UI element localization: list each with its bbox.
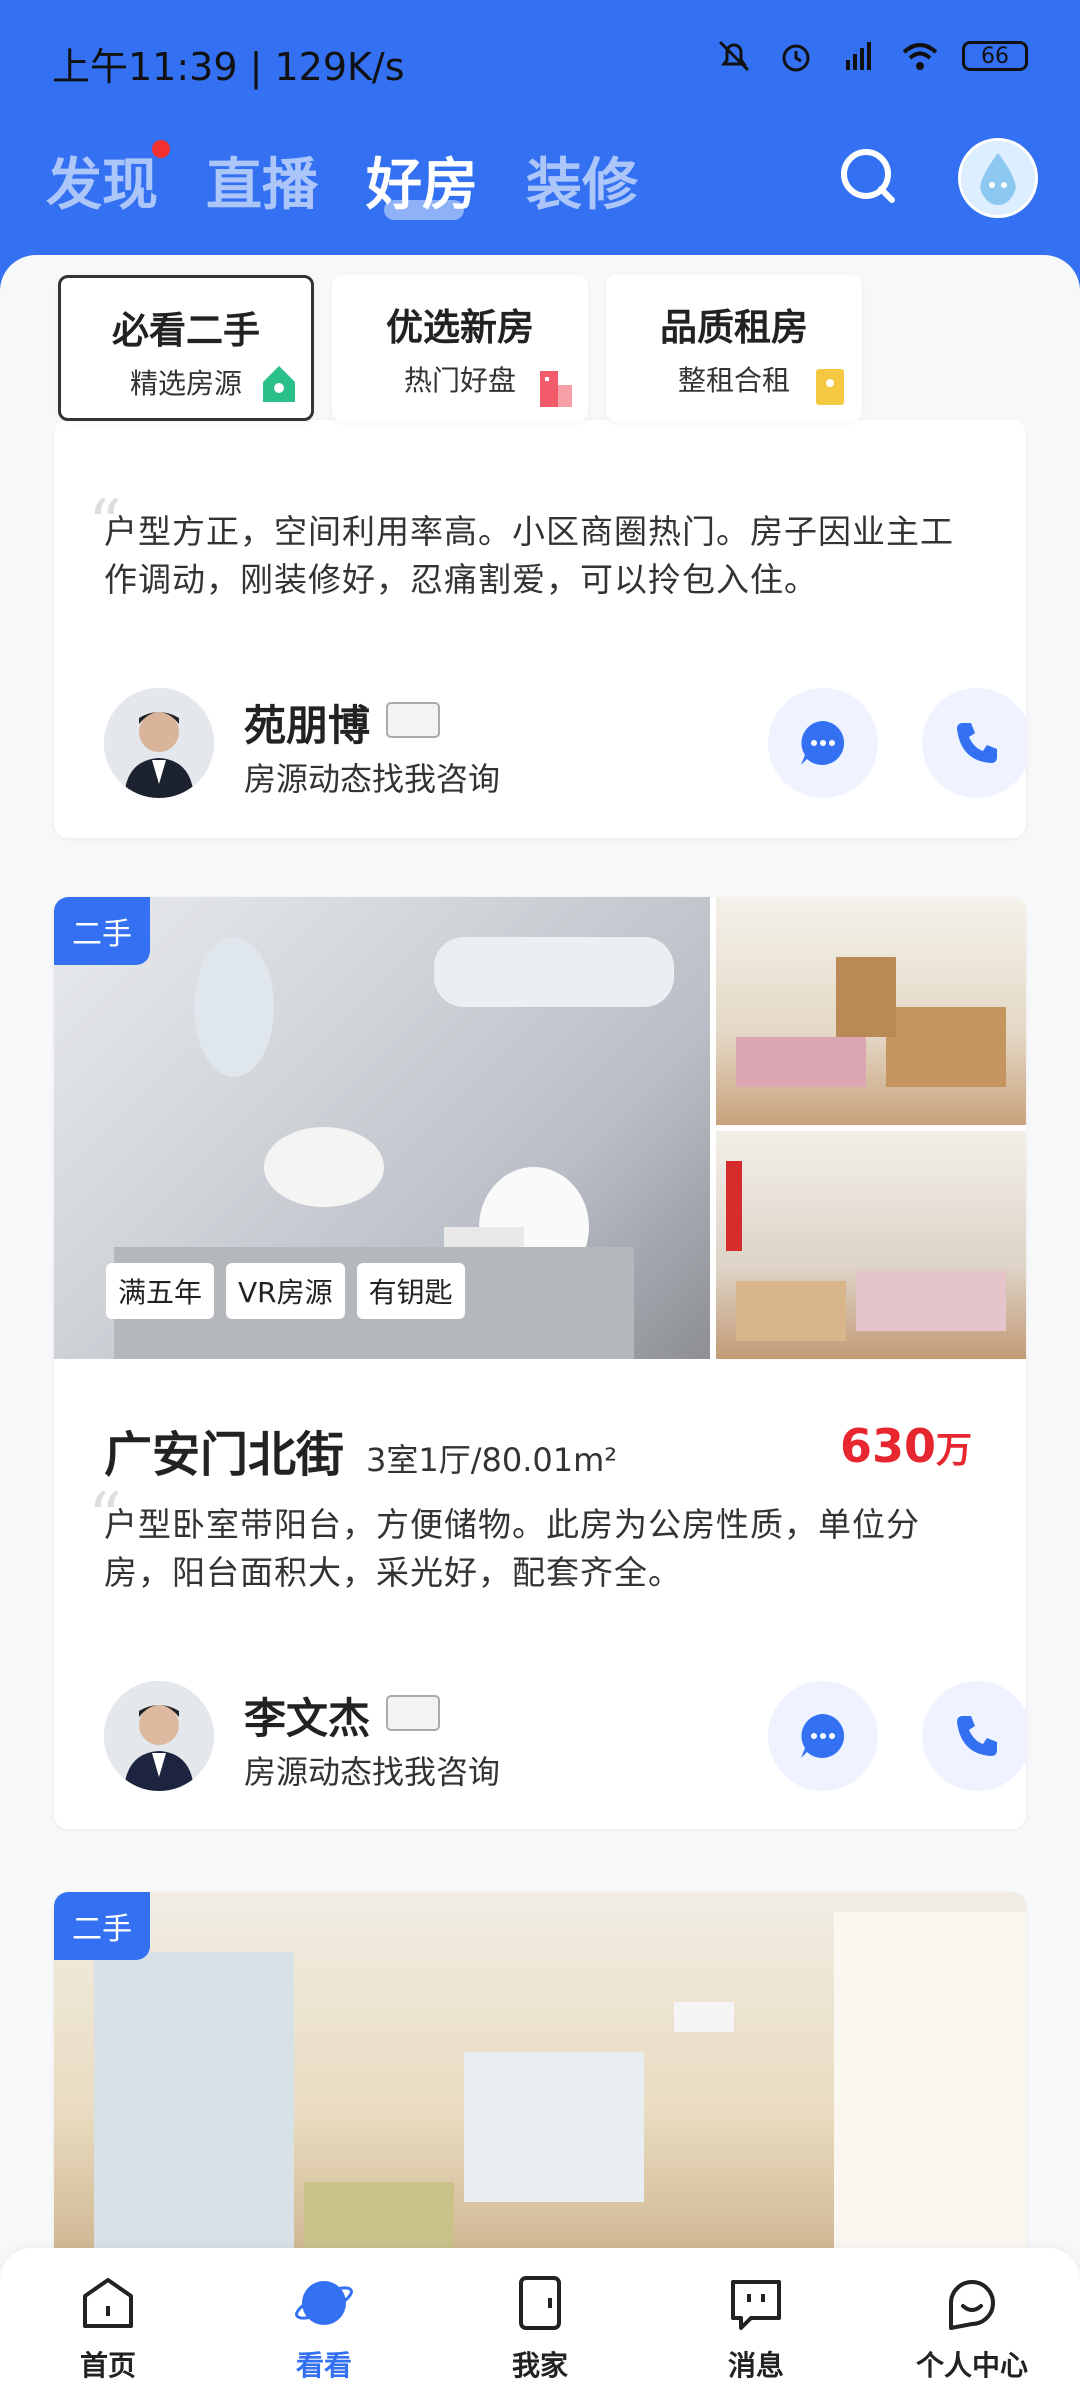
home-icon: [83, 2278, 133, 2328]
notification-dot: [152, 140, 170, 158]
tab-discover[interactable]: 发现: [46, 140, 170, 221]
feature-tag: VR房源: [226, 1263, 345, 1319]
nav-messages[interactable]: 消息: [648, 2248, 864, 2400]
agent-row: 苑朋博 房源动态找我咨询: [104, 688, 1026, 798]
listing-title-row: 广安门北街 3室1厅/80.01m²: [104, 1415, 617, 1485]
active-tab-indicator: [384, 200, 464, 220]
agent-avatar[interactable]: [104, 688, 214, 798]
listing-price: 630万: [839, 1419, 972, 1473]
id-card-icon[interactable]: [386, 1695, 440, 1731]
tab-decoration[interactable]: 装修: [526, 140, 638, 221]
smile-icon: [949, 2280, 995, 2330]
agent-subtitle: 房源动态找我咨询: [244, 1753, 501, 1791]
message-icon: [731, 2280, 781, 2330]
chat-button[interactable]: [768, 688, 878, 798]
listing-card[interactable]: 二手 满五年 VR房源 有钥匙 广安门北街 3室1厅/80.01m² 630万 …: [54, 897, 1026, 1829]
agent-photo: [104, 1681, 214, 1791]
search-icon[interactable]: [836, 144, 900, 208]
agent-name: 李文杰: [244, 1694, 371, 1743]
status-time: 上午11:39 | 129K/s: [52, 45, 405, 89]
nav-profile[interactable]: 个人中心: [864, 2248, 1080, 2400]
chat-bubble-icon: [801, 1714, 845, 1758]
tab-live[interactable]: 直播: [206, 140, 318, 221]
status-icons: 66: [714, 36, 1028, 76]
phone-icon: [957, 723, 997, 763]
status-bar: 上午11:39 | 129K/s 66: [0, 0, 1080, 120]
listing-type-badge: 二手: [54, 1892, 150, 1960]
chat-button[interactable]: [768, 1681, 878, 1791]
mute-bell-icon: [718, 40, 750, 72]
bedroom-photo: [726, 1161, 1006, 1341]
id-card-icon[interactable]: [386, 702, 440, 738]
listing-description: 户型卧室带阳台，方便储物。此房为公房性质，单位分房，阳台面积大，采光好，配套齐全…: [104, 1505, 920, 1592]
call-button[interactable]: [922, 1681, 1026, 1791]
listing-title: 广安门北街: [104, 1427, 345, 1483]
bottom-nav: 首页 看看 我家 消息 个人中心: [0, 2248, 1080, 2400]
nav-home[interactable]: 首页: [0, 2248, 216, 2400]
feature-tags: 满五年 VR房源 有钥匙: [106, 1263, 465, 1319]
planet-icon: [295, 2281, 353, 2325]
listing-photo-main[interactable]: [54, 1892, 1026, 2292]
house-icon: [263, 366, 295, 402]
chat-bubble-icon: [801, 721, 845, 765]
user-avatar[interactable]: [958, 138, 1038, 218]
wifi-icon: [902, 43, 938, 70]
door-icon: [519, 2276, 561, 2330]
nav-look[interactable]: 看看: [216, 2248, 432, 2400]
listing-card[interactable]: “ 户型方正，空间利用率高。小区商圈热门。房子因业主工作调动，刚装修好，忍痛割爱…: [54, 420, 1026, 838]
key-doc-icon: [816, 369, 844, 405]
bedroom-photo: [736, 957, 1006, 1087]
agent-avatar[interactable]: [104, 1681, 214, 1791]
listing-photo-bedroom[interactable]: [716, 897, 1026, 1125]
living-room-photo: [94, 1912, 1026, 2292]
top-tab-bar: 发现 直播 好房 装修: [46, 140, 638, 221]
nav-my-home[interactable]: 我家: [432, 2248, 648, 2400]
signal-icon: [846, 42, 871, 70]
listing-type-badge: 二手: [54, 897, 150, 965]
phone-icon: [957, 1716, 997, 1756]
water-drop-icon: [980, 153, 1016, 205]
battery-icon: 66: [962, 41, 1028, 71]
listing-photo-bedroom-2[interactable]: [716, 1131, 1026, 1359]
listing-description: 户型方正，空间利用率高。小区商圈热门。房子因业主工作调动，刚装修好，忍痛割爱，可…: [104, 512, 954, 599]
category-row: 必看二手 精选房源 优选新房 热门好盘 品质租房 整租合租: [58, 275, 862, 421]
feature-tag: 满五年: [106, 1263, 215, 1319]
agent-name: 苑朋博: [244, 701, 371, 750]
listing-card[interactable]: 二手: [54, 1892, 1026, 2292]
alarm-icon: [782, 44, 810, 72]
agent-subtitle: 房源动态找我咨询: [244, 760, 501, 798]
agent-photo: [104, 688, 214, 798]
feature-tag: 有钥匙: [356, 1263, 465, 1319]
building-icon: [540, 371, 572, 407]
category-second-hand[interactable]: 必看二手 精选房源: [58, 275, 314, 421]
call-button[interactable]: [922, 688, 1026, 798]
listing-meta: 3室1厅/80.01m²: [366, 1441, 618, 1479]
category-rental[interactable]: 品质租房 整租合租: [606, 275, 862, 421]
agent-row: 李文杰 房源动态找我咨询: [104, 1681, 1026, 1791]
category-new-house[interactable]: 优选新房 热门好盘: [332, 275, 588, 421]
